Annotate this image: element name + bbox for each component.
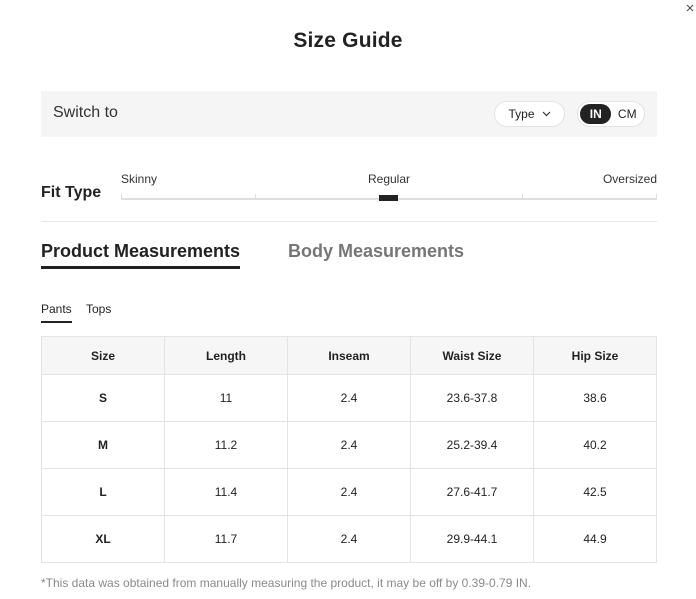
table-header: Length: [164, 336, 288, 375]
fit-selected-marker: [379, 195, 398, 201]
table-row: S 11 2.4 23.6-37.8 38.6: [41, 374, 657, 422]
table-cell: L: [41, 468, 165, 516]
tab-tops[interactable]: Tops: [86, 302, 111, 321]
table-cell: M: [41, 421, 165, 469]
unit-option-in[interactable]: IN: [580, 104, 612, 124]
footnote: *This data was obtained from manually me…: [41, 576, 532, 590]
tab-body-measurements[interactable]: Body Measurements: [288, 241, 464, 262]
table-cell: XL: [41, 515, 165, 563]
table-cell: 2.4: [287, 515, 411, 563]
table-cell: 38.6: [533, 374, 657, 422]
table-row: M 11.2 2.4 25.2-39.4 40.2: [41, 421, 657, 469]
table-header-row: Size Length Inseam Waist Size Hip Size: [41, 336, 657, 375]
type-dropdown[interactable]: Type: [494, 101, 565, 127]
table-row: XL 11.7 2.4 29.9-44.1 44.9: [41, 515, 657, 563]
type-dropdown-label: Type: [508, 107, 535, 121]
close-button[interactable]: [684, 2, 696, 18]
table-row: L 11.4 2.4 27.6-41.7 42.5: [41, 468, 657, 516]
table-cell: 42.5: [533, 468, 657, 516]
dialog-title: Size Guide: [293, 29, 403, 52]
unit-toggle: IN CM: [577, 101, 645, 127]
chevron-down-icon: [542, 111, 550, 117]
switch-label: Switch to: [53, 104, 118, 121]
table-cell: 11: [164, 374, 288, 422]
table-header: Waist Size: [410, 336, 534, 375]
fit-tick: [522, 194, 523, 200]
table-cell: 23.6-37.8: [410, 374, 534, 422]
table-cell: 11.2: [164, 421, 288, 469]
switch-bar: Switch to Type IN CM: [41, 91, 657, 137]
table-cell: 27.6-41.7: [410, 468, 534, 516]
table-cell: 29.9-44.1: [410, 515, 534, 563]
table-cell: 2.4: [287, 468, 411, 516]
table-cell: 11.4: [164, 468, 288, 516]
table-cell: 2.4: [287, 374, 411, 422]
table-cell: 2.4: [287, 421, 411, 469]
unit-option-cm[interactable]: CM: [612, 104, 642, 124]
table-header: Size: [41, 336, 165, 375]
table-cell: 11.7: [164, 515, 288, 563]
size-table: Size Length Inseam Waist Size Hip Size S…: [41, 336, 657, 563]
table-cell: 25.2-39.4: [410, 421, 534, 469]
table-header: Inseam: [287, 336, 411, 375]
table-cell: 44.9: [533, 515, 657, 563]
close-icon: [686, 4, 694, 12]
table-cell: S: [41, 374, 165, 422]
fit-tick: [121, 194, 122, 200]
tab-product-measurements[interactable]: Product Measurements: [41, 241, 241, 269]
divider: [41, 221, 657, 222]
fit-option-regular: Regular: [367, 172, 411, 186]
fit-type-label: Fit Type: [41, 184, 102, 201]
table-cell: 40.2: [533, 421, 657, 469]
fit-tick: [656, 194, 657, 200]
tab-pants[interactable]: Pants: [41, 302, 72, 323]
fit-option-oversized: Oversized: [602, 172, 657, 186]
table-header: Hip Size: [533, 336, 657, 375]
fit-tick: [255, 194, 256, 200]
fit-option-skinny: Skinny: [121, 172, 158, 186]
fit-type-scale: Skinny Regular Oversized: [121, 172, 657, 204]
